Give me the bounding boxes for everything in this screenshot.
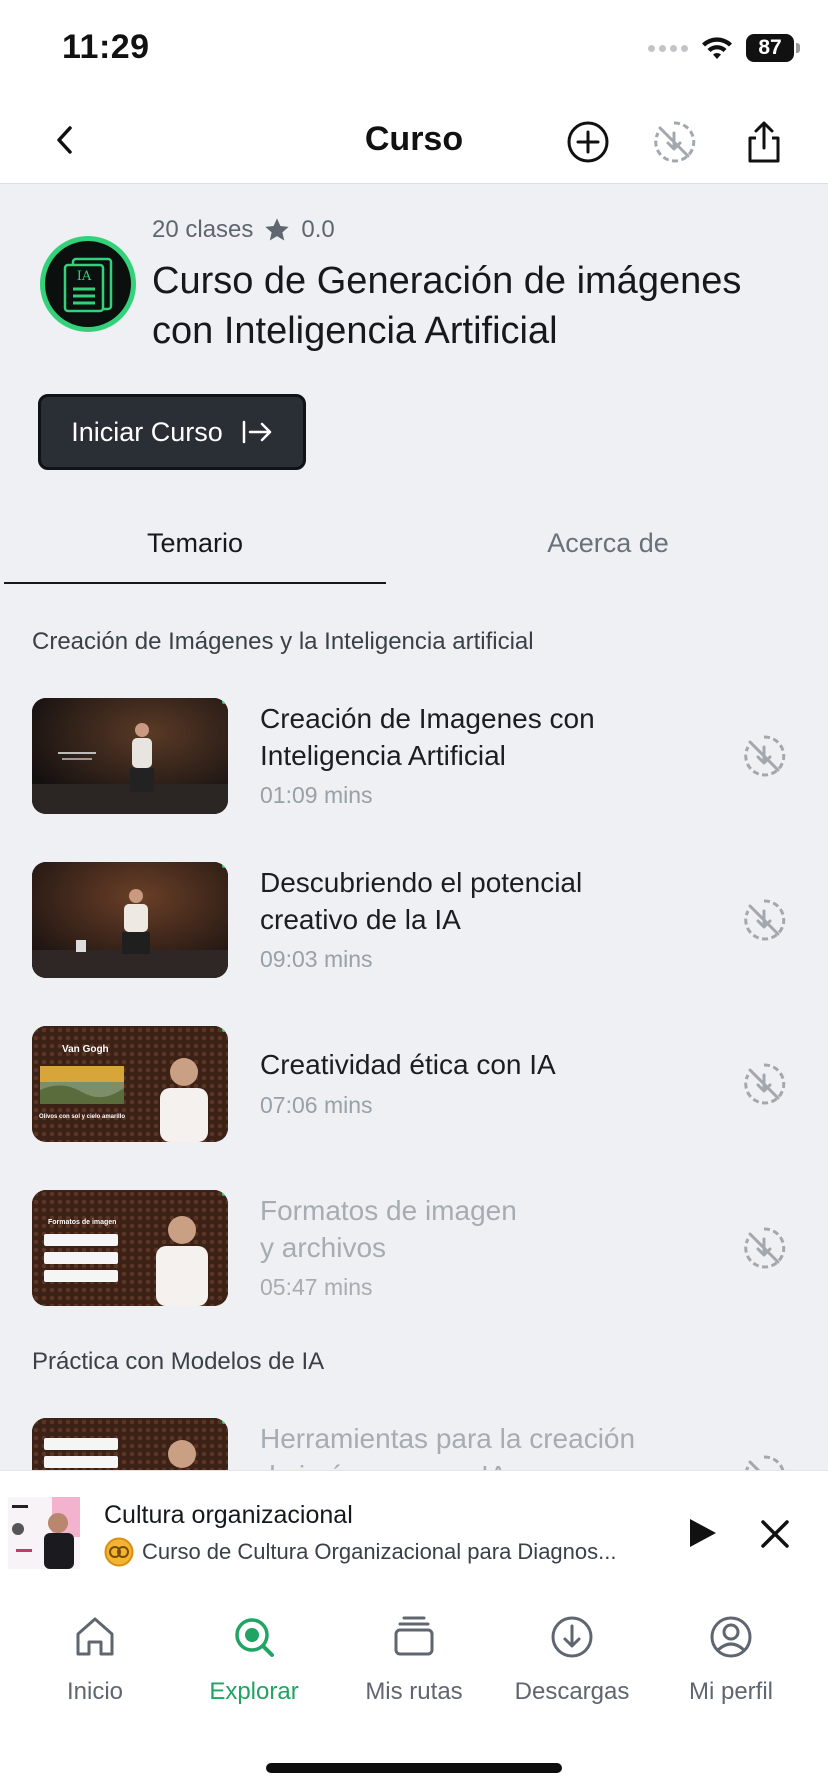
lesson-title-line1: Descubriendo el potencial (260, 867, 583, 898)
lesson-thumbnail: Van Gogh Olivos con sol y cielo amarillo (32, 1026, 228, 1142)
active-tab-indicator (4, 582, 386, 584)
lesson-title-line1: Creatividad ética con IA (260, 1049, 556, 1080)
lesson-thumbnail (32, 698, 228, 814)
thumb-heading: Formatos de imagen (48, 1219, 116, 1226)
lesson-title-line1: Creación de Imagenes con (260, 703, 595, 734)
home-icon (76, 1617, 114, 1656)
lesson-title-line1: Formatos de imagen (260, 1195, 517, 1226)
wifi-icon (702, 37, 732, 59)
start-course-button[interactable]: Iniciar Curso (38, 394, 306, 470)
lesson-title-line2: de imágenes con IA (260, 1457, 700, 1470)
lesson-thumbnail (32, 1418, 228, 1470)
download-disabled-icon[interactable] (742, 1226, 786, 1270)
course-meta: 20 clases 0.0 (152, 216, 335, 244)
lesson-item[interactable]: Van Gogh Olivos con sol y cielo amarillo… (0, 1026, 828, 1144)
battery-indicator: 87 (746, 34, 800, 62)
share-button[interactable] (738, 116, 790, 168)
course-rating: 0.0 (301, 216, 335, 243)
star-icon (265, 218, 290, 241)
download-course-button[interactable] (648, 116, 700, 168)
lesson-thumbnail (32, 862, 228, 978)
thumb-heading: Van Gogh (62, 1044, 109, 1055)
top-app-bar: Curso (0, 100, 828, 184)
lesson-duration: 09:03 mins (260, 946, 373, 972)
download-disabled-icon[interactable] (742, 734, 786, 778)
close-icon[interactable] (756, 1515, 794, 1553)
lesson-item[interactable]: Herramientas para la creación de imágene… (0, 1418, 828, 1470)
status-time: 11:29 (62, 28, 150, 66)
lesson-thumbnail: Formatos de imagen (32, 1190, 228, 1306)
lesson-item[interactable]: Formatos de imagen Formatos de imagen y … (0, 1190, 828, 1308)
section-title: Práctica con Modelos de IA (32, 1348, 325, 1375)
thumb-caption: Olivos con sol y cielo amarillo (39, 1114, 125, 1120)
home-indicator[interactable] (266, 1763, 562, 1773)
logo-text: IA (77, 269, 92, 284)
mini-player[interactable]: Cultura organizacional Curso de Cultura … (0, 1470, 828, 1596)
lesson-duration: 01:09 mins (260, 782, 373, 808)
nav-label: Descargas (514, 1678, 630, 1705)
status-bar: 11:29 87 (0, 0, 828, 100)
nav-label: Mis rutas (365, 1678, 463, 1705)
lesson-title-line2: y archivos (260, 1232, 387, 1263)
routes-icon (394, 1616, 434, 1656)
download-disabled-icon[interactable] (742, 1454, 786, 1470)
lesson-title-line2: creativo de la IA (260, 904, 461, 935)
plus-circle-icon (567, 121, 609, 163)
add-to-route-button[interactable] (562, 116, 614, 168)
download-disabled-icon[interactable] (742, 898, 786, 942)
lesson-item[interactable]: Descubriendo el potencial creativo de la… (0, 862, 828, 980)
explore-icon (235, 1618, 274, 1657)
mini-player-thumbnail (8, 1497, 80, 1569)
download-icon (551, 1616, 593, 1658)
document-ia-icon: IA (63, 257, 113, 313)
play-icon[interactable] (684, 1515, 720, 1551)
arrow-right-bar-icon (242, 420, 272, 444)
lesson-duration: 05:47 mins (260, 1274, 373, 1300)
status-indicators: 87 (648, 34, 800, 62)
lessons-count: 20 clases (152, 216, 254, 243)
section-title: Creación de Imágenes y la Inteligencia a… (32, 628, 534, 655)
nav-label: Inicio (66, 1678, 124, 1705)
mini-player-title: Cultura organizacional (104, 1501, 353, 1529)
cellular-signal-icon (648, 44, 688, 52)
tab-acerca-de[interactable]: Acerca de (414, 528, 802, 559)
profile-icon (710, 1616, 752, 1658)
mini-player-subtitle: Curso de Cultura Organizacional para Dia… (142, 1539, 617, 1564)
mini-player-subtitle-row: Curso de Cultura Organizacional para Dia… (104, 1537, 664, 1567)
nav-mis-rutas[interactable]: Mis rutas (334, 1614, 494, 1706)
start-course-label: Iniciar Curso (71, 416, 223, 447)
tab-temario[interactable]: Temario (4, 528, 386, 559)
lesson-duration: 07:06 mins (260, 1092, 373, 1118)
download-disabled-icon[interactable] (742, 1062, 786, 1106)
page-title: Curso (364, 120, 464, 158)
course-tabs: Temario Acerca de (0, 512, 828, 586)
course-badge-logo: IA (40, 236, 136, 332)
download-disabled-icon (654, 121, 696, 163)
nav-explorar[interactable]: Explorar (174, 1614, 334, 1706)
nav-label: Explorar (209, 1678, 299, 1705)
course-title: Curso de Generación de imágenes con Inte… (152, 260, 742, 352)
nav-inicio[interactable]: Inicio (15, 1614, 175, 1706)
lesson-title-line2: Inteligencia Artificial (260, 740, 506, 771)
share-icon (748, 121, 780, 163)
lesson-item[interactable]: Creación de Imagenes con Inteligencia Ar… (0, 698, 828, 816)
nav-descargas[interactable]: Descargas (492, 1614, 652, 1706)
nav-label: Mi perfil (688, 1678, 773, 1705)
nav-mi-perfil[interactable]: Mi perfil (651, 1614, 811, 1706)
lesson-title-line1: Herramientas para la creación (260, 1423, 636, 1454)
course-badge-icon (104, 1537, 134, 1567)
